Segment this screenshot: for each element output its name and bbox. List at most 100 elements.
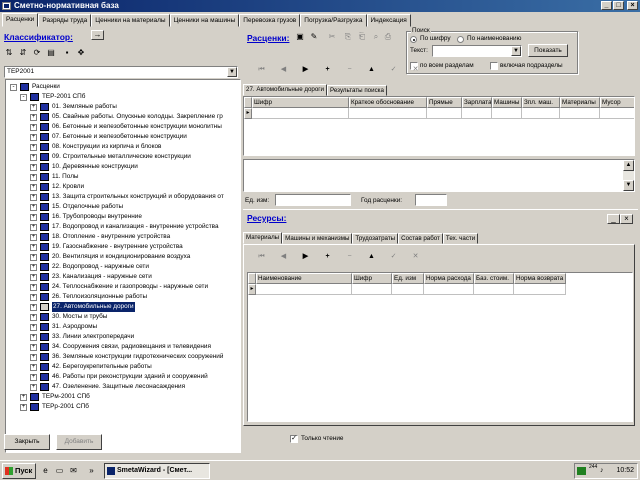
print-icon[interactable]: ⎙ — [383, 32, 393, 42]
delete-record-button[interactable]: − — [339, 63, 360, 77]
tree-node[interactable]: +27. Автомобильные дороги — [6, 302, 240, 312]
cut-icon[interactable]: ✂ — [327, 32, 337, 42]
tab-machine-prices[interactable]: Ценники на машины — [169, 14, 240, 27]
expand-icon[interactable]: + — [30, 234, 37, 241]
taskbar-item-smetawizard[interactable]: SmetaWizard - [Смет... — [104, 463, 210, 479]
expand-icon[interactable]: + — [30, 384, 37, 391]
save-icon[interactable]: ▪ — [62, 48, 72, 58]
expand-icon[interactable]: + — [30, 284, 37, 291]
expand-icon[interactable]: + — [30, 244, 37, 251]
find-icon[interactable]: ⌕ — [371, 32, 381, 42]
year-field[interactable] — [415, 194, 447, 206]
tree-node[interactable]: +22. Водопровод - наружные сети — [6, 262, 240, 272]
expand-icon[interactable]: + — [30, 104, 37, 111]
expand-icon[interactable]: + — [30, 124, 37, 131]
collapse-icon[interactable]: - — [10, 84, 17, 91]
tree-node[interactable]: +26. Теплоизоляционные работы — [6, 292, 240, 302]
tree-node[interactable]: +30. Мосты и трубы — [6, 312, 240, 322]
expand-icon[interactable]: + — [30, 264, 37, 271]
close-window-button[interactable]: × — [627, 1, 638, 10]
chevron-down-icon[interactable]: ▼ — [227, 67, 237, 77]
rate-description-memo[interactable]: ▲ ▼ — [243, 159, 635, 192]
cancel-record-button[interactable]: ✕ — [405, 250, 426, 264]
col-return-rate[interactable]: Норма возврата — [514, 273, 566, 284]
tree-node[interactable]: + ТЕРр-2001 СПб — [6, 402, 240, 412]
tree-settings-icon[interactable]: ✥ — [76, 48, 86, 58]
outlook-icon[interactable]: ✉ — [68, 465, 79, 476]
tab-labor-grades[interactable]: Разряды труда — [38, 14, 92, 27]
tab-work-composition[interactable]: Состав работ — [398, 233, 443, 244]
first-record-button[interactable]: ⏮ — [251, 250, 272, 264]
insert-record-button[interactable]: + — [317, 63, 338, 77]
col-direct[interactable]: Прямые — [427, 97, 462, 108]
tree-refresh-icon[interactable]: ⟳ — [32, 48, 42, 58]
tree-node[interactable]: +16. Трубопроводы внутренние — [6, 212, 240, 222]
expand-icon[interactable]: + — [30, 114, 37, 121]
collapse-icon[interactable]: - — [20, 94, 27, 101]
table-row[interactable]: ▸ — [248, 284, 566, 295]
expand-icon[interactable]: + — [30, 334, 37, 341]
tree-node[interactable]: +05. Свайные работы. Опускные колодцы. З… — [6, 112, 240, 122]
expand-icon[interactable]: + — [30, 224, 37, 231]
col-machine-salary[interactable]: Зпл. маш. — [522, 97, 560, 108]
maximize-button[interactable]: □ — [613, 1, 624, 10]
start-button[interactable]: Пуск — [2, 463, 36, 479]
unit-field[interactable] — [275, 194, 351, 206]
expand-icon[interactable]: + — [30, 174, 37, 181]
tree-node[interactable]: +10. Деревянные конструкции — [6, 162, 240, 172]
edit-icon[interactable]: ✎ — [309, 32, 319, 42]
col-code[interactable]: Шифр — [352, 273, 392, 284]
chevron-right-icon[interactable]: » — [86, 465, 97, 476]
insert-record-button[interactable]: + — [317, 250, 338, 264]
tree-node[interactable]: +34. Сооружения связи, радиовещания и те… — [6, 342, 240, 352]
tab-tech-parts[interactable]: Тех. части — [442, 233, 479, 244]
expand-icon[interactable]: + — [30, 314, 37, 321]
col-unit[interactable]: Ед. изм — [392, 273, 424, 284]
tab-labor[interactable]: Трудозатраты — [352, 233, 399, 244]
search-by-name-radio[interactable] — [457, 36, 464, 43]
tree-node[interactable]: +47. Озеленение. Защитные лесонасаждения — [6, 382, 240, 392]
col-justification[interactable]: Краткое обоснование — [349, 97, 427, 108]
close-button[interactable]: Закрыть — [4, 434, 50, 450]
search-by-code-radio[interactable] — [410, 36, 417, 43]
tab-cargo-transport[interactable]: Перевозка грузов — [239, 14, 301, 27]
tree-node[interactable]: +36. Земляные конструкции гидротехническ… — [6, 352, 240, 362]
resources-close-icon[interactable]: _ — [607, 214, 620, 224]
tab-road-section[interactable]: 27. Автомобильные дороги — [243, 84, 328, 96]
tree-node[interactable]: +42. Берегоукрепительные работы — [6, 362, 240, 372]
show-button[interactable]: Показать — [528, 44, 568, 57]
add-button[interactable]: Добавить — [56, 434, 102, 450]
readonly-checkbox[interactable]: ✓ — [290, 435, 298, 443]
minimize-button[interactable]: _ — [601, 1, 612, 10]
edit-record-button[interactable]: ▲ — [361, 250, 382, 264]
expand-icon[interactable]: + — [30, 194, 37, 201]
delete-record-button[interactable]: − — [339, 250, 360, 264]
tree-node[interactable]: +06. Бетонные и железобетонные конструкц… — [6, 122, 240, 132]
memo-scrollbar[interactable]: ▲ ▼ — [623, 160, 634, 191]
network-icon[interactable] — [577, 467, 586, 475]
tree-node[interactable]: - Расценки — [6, 82, 240, 92]
classifier-tree[interactable]: - Расценки - ТЕР-2001 СПб +01. Земляные рабо… — [5, 79, 241, 453]
scroll-down-button[interactable]: ▼ — [623, 180, 634, 191]
expand-icon[interactable]: + — [30, 324, 37, 331]
search-input[interactable]: ▼ — [432, 45, 522, 57]
post-record-button[interactable]: ✓ — [383, 63, 404, 77]
resources-grid[interactable]: Наименование Шифр Ед. изм Норма расхода … — [247, 272, 633, 422]
expand-icon[interactable]: + — [30, 354, 37, 361]
rates-grid[interactable]: Шифр Краткое обоснование Прямые Зарплата… — [243, 96, 635, 156]
expand-icon[interactable]: + — [30, 364, 37, 371]
prev-record-button[interactable]: ◀ — [273, 63, 294, 77]
tree-node[interactable]: +13. Защита строительных конструкций и о… — [6, 192, 240, 202]
tab-material-prices[interactable]: Ценники на материалы — [91, 14, 170, 27]
chevron-down-icon[interactable]: ▼ — [511, 46, 521, 56]
expand-icon[interactable]: + — [30, 134, 37, 141]
cancel-record-button[interactable]: ✕ — [405, 63, 426, 77]
tree-node[interactable]: +17. Водопровод и канализация - внутренн… — [6, 222, 240, 232]
col-consumption[interactable]: Норма расхода — [424, 273, 474, 284]
desktop-icon[interactable]: ▭ — [54, 465, 65, 476]
post-record-button[interactable]: ✓ — [383, 250, 404, 264]
expand-icon[interactable]: + — [30, 154, 37, 161]
expand-icon[interactable]: + — [20, 394, 27, 401]
tree-node[interactable]: +24. Теплоснабжение и газопроводы - нару… — [6, 282, 240, 292]
expand-icon[interactable]: + — [30, 214, 37, 221]
